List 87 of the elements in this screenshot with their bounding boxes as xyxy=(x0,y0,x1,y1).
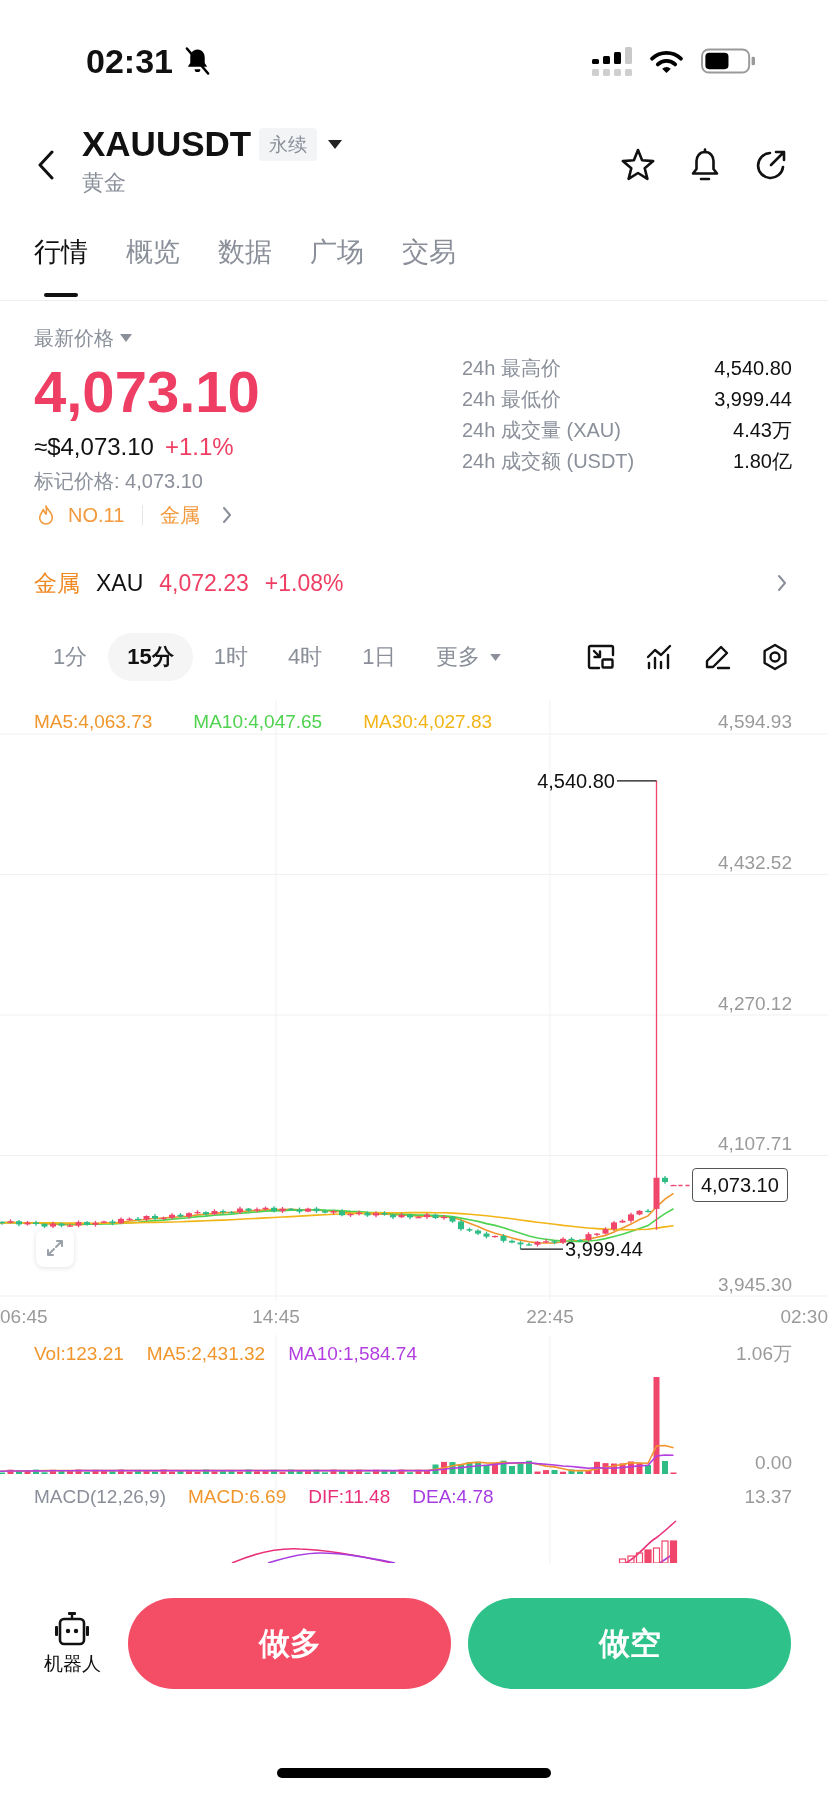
flame-icon xyxy=(37,504,55,526)
mark-price: 标记价格: 4,073.10 xyxy=(34,469,203,494)
time-axis-label: 06:45 xyxy=(0,1305,48,1329)
usd-price: ≈$4,073.10 xyxy=(34,432,154,462)
long-button[interactable]: 做多 xyxy=(128,1598,451,1689)
high-price-label: 4,540.80 xyxy=(537,768,615,793)
price-label: 最新价格 xyxy=(34,326,114,350)
robot-icon xyxy=(54,1611,90,1646)
index-category: 金属 xyxy=(34,568,80,598)
last-price: 4,073.10 xyxy=(34,360,260,424)
index-price: 4,072.23 xyxy=(159,568,249,598)
macd-legend-label: DEA:4.78 xyxy=(412,1485,494,1509)
section-tab[interactable]: 行情 xyxy=(34,236,88,297)
section-tab[interactable]: 数据 xyxy=(218,236,272,297)
price-change: +1.1% xyxy=(164,432,234,462)
short-button[interactable]: 做空 xyxy=(468,1598,791,1689)
back-icon[interactable] xyxy=(37,150,55,180)
chart-icon[interactable] xyxy=(645,643,673,671)
volume-legend-label: Vol:123.21 xyxy=(34,1342,124,1366)
index-symbol: XAU xyxy=(96,568,144,598)
signal-icon xyxy=(592,46,633,76)
battery-icon xyxy=(700,48,756,74)
status-time: 02:31 xyxy=(86,44,173,78)
chevron-icon[interactable] xyxy=(777,573,787,592)
time-axis-label: 02:30 xyxy=(780,1305,828,1329)
stat-label: 24h 成交额 (USDT) xyxy=(462,449,635,474)
bell-slash-icon xyxy=(183,46,211,76)
stat-value: 4,540.80 xyxy=(714,356,792,381)
price-axis-label: 4,594.93 xyxy=(718,710,792,734)
interval-tab[interactable]: 1分 xyxy=(34,633,107,681)
price-axis-label: 4,432.52 xyxy=(718,850,792,875)
ma-legend-label: MA5:4,063.73 xyxy=(34,710,153,734)
bot-button[interactable]: 机器人 xyxy=(37,1611,107,1676)
picture-in-picture-icon[interactable] xyxy=(587,643,615,671)
macd-histogram-bar xyxy=(635,1552,644,1563)
star-icon[interactable] xyxy=(620,148,656,182)
price-axis-label: 3,945.30 xyxy=(718,1273,792,1297)
low-price-leader-line xyxy=(519,1248,564,1250)
low-price-label: 3,999.44 xyxy=(565,1237,643,1262)
stat-label: 24h 最低价 xyxy=(462,387,561,412)
price-axis-label: 4,107.71 xyxy=(718,1132,792,1157)
stat-label: 24h 成交量 (XAU) xyxy=(462,418,621,443)
high-price-leader-line xyxy=(616,780,658,782)
wifi-icon xyxy=(649,48,684,74)
interval-tab[interactable]: 1时 xyxy=(194,633,267,681)
index-change: +1.08% xyxy=(264,568,344,598)
expand-button[interactable] xyxy=(36,1229,74,1267)
volume-legend-label: MA5:2,431.32 xyxy=(146,1342,266,1366)
volume-axis-label: 0.00 xyxy=(755,1451,792,1475)
bell-icon[interactable] xyxy=(690,148,720,182)
section-tab[interactable]: 概览 xyxy=(126,236,180,297)
asset-name: 黄金 xyxy=(82,169,126,197)
stat-label: 24h 最高价 xyxy=(462,356,561,381)
stat-value: 4.43万 xyxy=(733,418,792,443)
symbol-title: XAUUSDT xyxy=(82,124,252,164)
share-icon[interactable] xyxy=(754,148,788,182)
last-price-tag: 4,073.10 xyxy=(692,1168,788,1203)
macd-legend-label: MACD(12,26,9) xyxy=(34,1485,166,1509)
time-axis-label: 14:45 xyxy=(252,1305,300,1329)
stat-value: 1.80亿 xyxy=(733,449,792,474)
caret-icon[interactable] xyxy=(328,139,343,149)
ma-legend-label: MA10:4,047.65 xyxy=(193,710,323,734)
section-tab[interactable]: 广场 xyxy=(310,236,364,297)
time-axis-label: 22:45 xyxy=(526,1305,574,1329)
macd-legend-label: MACD:6.69 xyxy=(188,1485,287,1509)
macd-legend-label: DIF:11.48 xyxy=(308,1485,391,1509)
ma-legend-label: MA30:4,027.83 xyxy=(363,710,493,734)
pencil-icon[interactable] xyxy=(703,643,731,671)
volume-legend-label: MA10:1,584.74 xyxy=(288,1342,417,1366)
stat-value: 3,999.44 xyxy=(714,387,792,412)
more-intervals-button[interactable]: 更多 xyxy=(417,633,521,681)
settings-icon[interactable] xyxy=(761,643,789,671)
macd-histogram-bar xyxy=(669,1540,678,1563)
expand-icon xyxy=(45,1238,65,1258)
interval-tab[interactable]: 15分 xyxy=(108,633,193,681)
macd-axis-label: 13.37 xyxy=(744,1485,792,1509)
interval-tab[interactable]: 1日 xyxy=(343,633,416,681)
category-link[interactable]: 金属 xyxy=(160,501,233,529)
section-tab[interactable]: 交易 xyxy=(402,236,456,297)
last-price-line xyxy=(677,1184,691,1187)
price-axis-label: 4,270.12 xyxy=(718,991,792,1016)
volume-axis-label: 1.06万 xyxy=(736,1342,792,1366)
interval-tab[interactable]: 4时 xyxy=(269,633,342,681)
caret-icon xyxy=(490,653,502,661)
rank-label: NO.11 xyxy=(68,503,125,528)
chevron-icon xyxy=(222,506,233,524)
contract-type-badge: 永续 xyxy=(259,127,318,161)
